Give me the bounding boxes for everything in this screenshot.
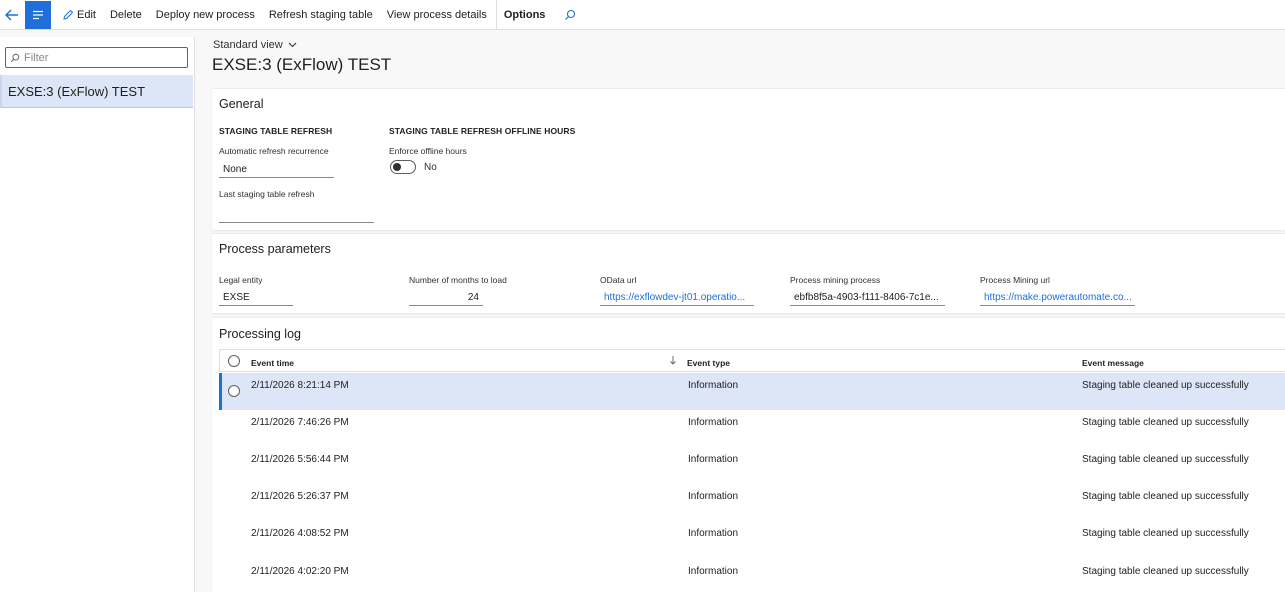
- event-message-cell: Staging table cleaned up successfully: [1082, 528, 1249, 539]
- event-message-cell: Staging table cleaned up successfully: [1082, 417, 1249, 428]
- event-time-cell: 2/11/2026 4:02:20 PM: [251, 566, 349, 577]
- table-row[interactable]: 2/11/2026 8:21:14 PM Information Staging…: [219, 373, 1285, 410]
- table-row[interactable]: 2/11/2026 7:46:26 PM Information Staging…: [219, 410, 1285, 447]
- enforce-offline-toggle[interactable]: [390, 160, 416, 174]
- record-list-pane: Filter EXSE:3 (ExFlow) TEST: [0, 37, 195, 592]
- recurrence-field[interactable]: None: [219, 161, 334, 178]
- back-arrow-icon: [5, 9, 18, 20]
- chevron-down-icon: [288, 42, 297, 48]
- sort-down-icon: [670, 356, 676, 365]
- pencil-icon: [63, 9, 74, 20]
- event-message-cell: Staging table cleaned up successfully: [1082, 491, 1249, 502]
- event-message-cell: Staging table cleaned up successfully: [1082, 380, 1249, 391]
- event-message-cell: Staging table cleaned up successfully: [1082, 566, 1249, 577]
- event-type-column-header[interactable]: Event type: [687, 358, 730, 368]
- edit-label: Edit: [77, 8, 96, 21]
- search-icon: [10, 53, 20, 62]
- table-row[interactable]: 2/11/2026 4:08:52 PM Information Staging…: [219, 521, 1285, 558]
- filter-input[interactable]: Filter: [5, 47, 188, 68]
- general-header[interactable]: General: [219, 97, 263, 111]
- mining-url-link[interactable]: https://make.powerautomate.co...: [980, 289, 1135, 306]
- event-time-cell: 2/11/2026 5:56:44 PM: [251, 454, 349, 465]
- process-parameters-header[interactable]: Process parameters: [219, 242, 331, 256]
- event-type-cell: Information: [688, 417, 739, 428]
- table-row[interactable]: 2/11/2026 5:26:37 PM Information Staging…: [219, 484, 1285, 521]
- last-refresh-label: Last staging table refresh: [219, 189, 315, 199]
- options-tab[interactable]: Options: [497, 0, 553, 30]
- view-selector[interactable]: Standard view: [213, 39, 297, 51]
- event-time-cell: 2/11/2026 4:08:52 PM: [251, 528, 349, 539]
- table-row[interactable]: 2/11/2026 4:02:20 PM Information Staging…: [219, 559, 1285, 592]
- event-type-cell: Information: [688, 380, 739, 391]
- legal-entity-field[interactable]: EXSE: [219, 289, 293, 306]
- event-type-cell: Information: [688, 528, 739, 539]
- menu-icon: [33, 10, 43, 19]
- list-item[interactable]: EXSE:3 (ExFlow) TEST: [0, 75, 193, 108]
- page-title: EXSE:3 (ExFlow) TEST: [212, 55, 392, 74]
- back-button[interactable]: [0, 0, 24, 30]
- event-time-cell: 2/11/2026 7:46:26 PM: [251, 417, 349, 428]
- deploy-new-process-button[interactable]: Deploy new process: [149, 0, 262, 30]
- menu-button[interactable]: [25, 0, 51, 29]
- log-grid-header: Event time Event type Event message: [219, 349, 1285, 372]
- mining-process-label: Process mining process: [790, 275, 881, 285]
- offline-hours-group-title: STAGING TABLE REFRESH OFFLINE HOURS: [389, 126, 576, 136]
- event-time-column-header[interactable]: Event time: [251, 358, 294, 368]
- search-icon: [565, 9, 576, 20]
- event-time-cell: 2/11/2026 5:26:37 PM: [251, 491, 349, 502]
- table-row[interactable]: 2/11/2026 5:56:44 PM Information Staging…: [219, 447, 1285, 484]
- toggle-knob: [393, 163, 401, 171]
- enforce-offline-value: No: [424, 162, 437, 173]
- general-section: General STAGING TABLE REFRESH Automatic …: [212, 88, 1285, 230]
- event-type-cell: Information: [688, 491, 739, 502]
- months-to-load-field[interactable]: 24: [409, 289, 483, 306]
- odata-url-label: OData url: [600, 275, 637, 285]
- filter-placeholder: Filter: [24, 51, 49, 64]
- legal-entity-label: Legal entity: [219, 275, 263, 285]
- command-bar: Edit Delete Deploy new process Refresh s…: [0, 0, 1285, 30]
- mining-process-field[interactable]: ebfb8f5a-4903-f111-8406-7c1e...: [790, 289, 945, 306]
- view-name: Standard view: [213, 39, 283, 51]
- delete-button[interactable]: Delete: [103, 0, 149, 30]
- event-type-cell: Information: [688, 454, 739, 465]
- mining-url-label: Process Mining url: [980, 275, 1050, 285]
- view-process-details-button[interactable]: View process details: [380, 0, 494, 30]
- row-select-radio[interactable]: [228, 385, 240, 397]
- enforce-offline-label: Enforce offline hours: [389, 146, 467, 156]
- process-parameters-section: Process parameters Legal entity EXSE Num…: [212, 233, 1285, 313]
- event-time-cell: 2/11/2026 8:21:14 PM: [251, 380, 349, 391]
- select-all-radio[interactable]: [228, 355, 240, 367]
- edit-button[interactable]: Edit: [55, 0, 103, 30]
- months-to-load-label: Number of months to load: [409, 275, 507, 285]
- search-button[interactable]: [556, 0, 584, 30]
- odata-url-link[interactable]: https://exflowdev-jt01.operatio...: [600, 289, 754, 306]
- staging-refresh-group-title: STAGING TABLE REFRESH: [219, 126, 333, 136]
- event-message-column-header[interactable]: Event message: [1082, 358, 1144, 368]
- processing-log-header[interactable]: Processing log: [219, 327, 301, 341]
- event-message-cell: Staging table cleaned up successfully: [1082, 454, 1249, 465]
- recurrence-label: Automatic refresh recurrence: [219, 146, 329, 156]
- event-type-cell: Information: [688, 566, 739, 577]
- refresh-staging-table-button[interactable]: Refresh staging table: [262, 0, 380, 30]
- last-refresh-field[interactable]: [219, 206, 374, 223]
